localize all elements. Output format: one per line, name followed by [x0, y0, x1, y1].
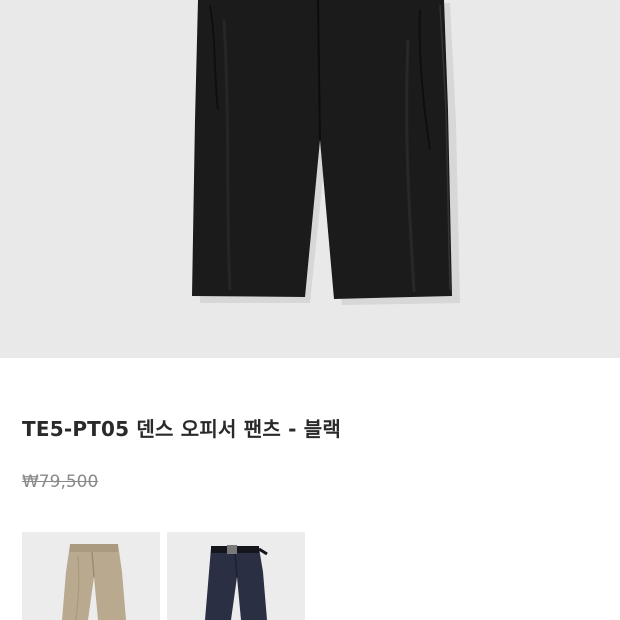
black-pants-photo	[192, 0, 460, 305]
beige-pants-thumbnail[interactable]	[22, 532, 160, 620]
product-title: TE5-PT05 덴스 오피서 팬츠 - 블랙	[22, 417, 341, 441]
navy-pants-image	[167, 532, 305, 620]
product-main-image[interactable]	[0, 0, 620, 358]
product-page: TE5-PT05 덴스 오피서 팬츠 - 블랙 ₩79,500	[0, 0, 620, 620]
product-price: ₩79,500	[22, 472, 99, 492]
beige-pants-image	[22, 532, 160, 620]
navy-pants-thumbnail[interactable]	[167, 532, 305, 620]
